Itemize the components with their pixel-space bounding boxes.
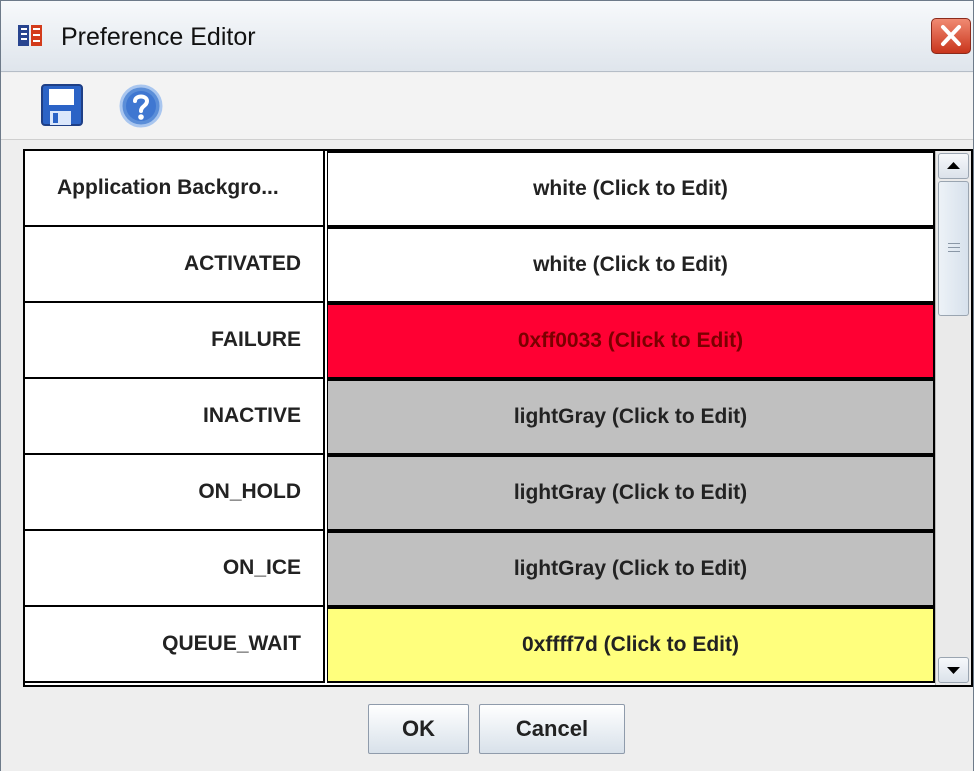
help-icon — [119, 84, 163, 128]
preference-value-button[interactable]: lightGray (Click to Edit) — [327, 455, 935, 531]
preference-value-button[interactable]: white (Click to Edit) — [327, 151, 935, 227]
preference-editor-window: Preference Editor Application Backgro...… — [0, 0, 974, 771]
preference-label: ON_ICE — [25, 531, 325, 607]
arrow-down-icon — [947, 667, 960, 674]
arrow-up-icon — [947, 162, 960, 169]
save-icon — [41, 84, 83, 126]
scroll-thumb[interactable] — [938, 181, 969, 316]
preference-label: FAILURE — [25, 303, 325, 379]
title-bar: Preference Editor — [1, 1, 973, 72]
preference-label: INACTIVE — [25, 379, 325, 455]
window-title: Preference Editor — [61, 23, 256, 51]
close-button[interactable] — [931, 18, 971, 54]
table-row: ON_ICE lightGray (Click to Edit) — [25, 531, 935, 607]
preference-value-button[interactable]: lightGray (Click to Edit) — [327, 379, 935, 455]
table-row: QUEUE_WAIT 0xffff7d (Click to Edit) — [25, 607, 935, 683]
table-row: FAILURE 0xff0033 (Click to Edit) — [25, 303, 935, 379]
close-icon — [941, 25, 961, 46]
scroll-down-button[interactable] — [938, 657, 969, 683]
preferences-table: Application Backgro... white (Click to E… — [23, 149, 973, 687]
toolbar — [1, 73, 973, 140]
dialog-footer: OK Cancel — [1, 691, 973, 771]
save-button[interactable] — [39, 82, 87, 130]
table-row: INACTIVE lightGray (Click to Edit) — [25, 379, 935, 455]
scroll-up-button[interactable] — [938, 153, 969, 179]
preference-value-button[interactable]: white (Click to Edit) — [327, 227, 935, 303]
preference-label: ON_HOLD — [25, 455, 325, 531]
preference-label: QUEUE_WAIT — [25, 607, 325, 683]
table-row: ACTIVATED white (Click to Edit) — [25, 227, 935, 303]
preference-label: ACTIVATED — [25, 227, 325, 303]
preference-label: Application Backgro... — [25, 151, 325, 227]
vertical-scrollbar[interactable] — [935, 151, 971, 685]
table-row: ON_HOLD lightGray (Click to Edit) — [25, 455, 935, 531]
cancel-button[interactable]: Cancel — [479, 704, 625, 754]
table-row: Application Backgro... white (Click to E… — [25, 151, 935, 227]
preference-value-button[interactable]: 0xffff7d (Click to Edit) — [327, 607, 935, 683]
preference-value-button[interactable]: 0xff0033 (Click to Edit) — [327, 303, 935, 379]
app-icon — [18, 25, 42, 46]
help-button[interactable] — [117, 82, 165, 130]
ok-button[interactable]: OK — [368, 704, 469, 754]
preference-value-button[interactable]: lightGray (Click to Edit) — [327, 531, 935, 607]
